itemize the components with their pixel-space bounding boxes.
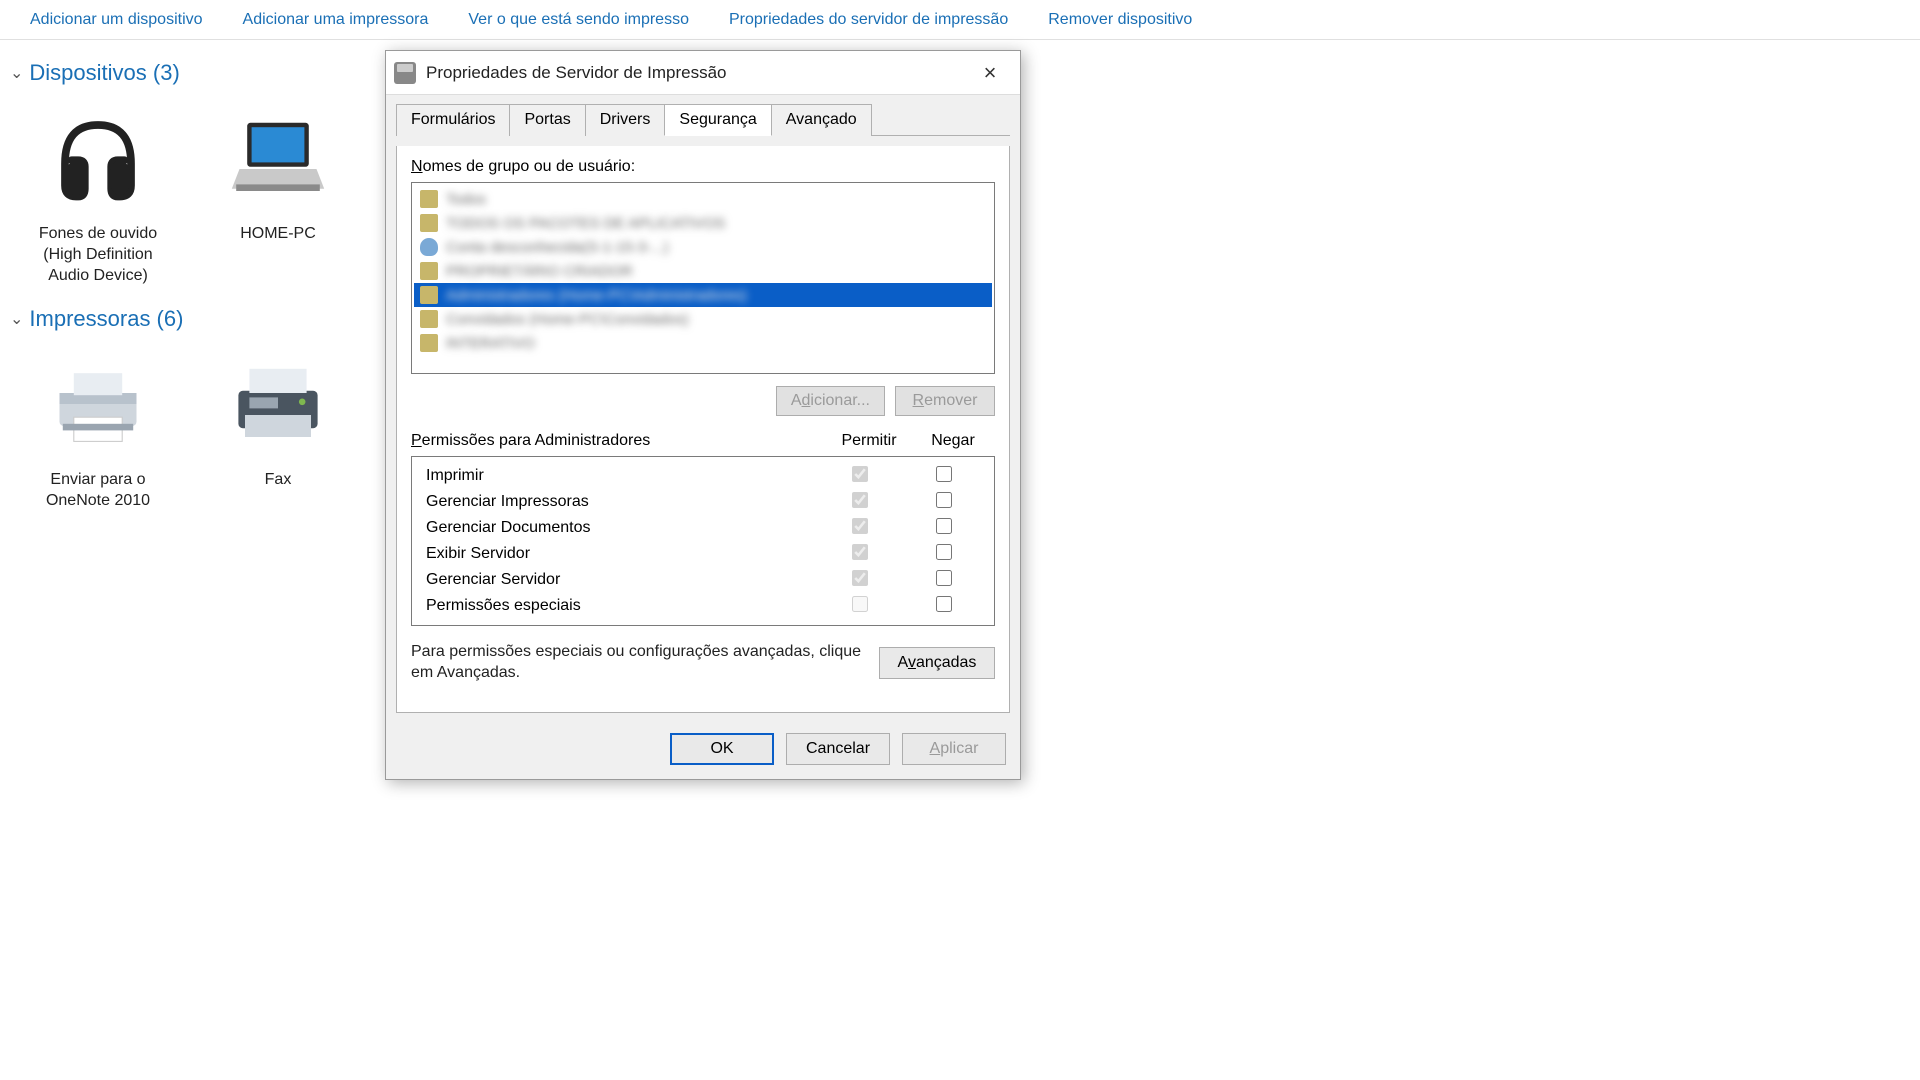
chevron-down-icon: ⌄ xyxy=(10,309,23,329)
permission-row: Gerenciar Impressoras xyxy=(420,489,986,515)
list-item[interactable]: TODOS OS PACOTES DE APLICATIVOS xyxy=(414,211,992,235)
tab-drivers[interactable]: Drivers xyxy=(585,104,666,136)
headphones-icon xyxy=(43,98,153,218)
permission-row: Imprimir xyxy=(420,463,986,489)
group-names-label: Nomes de grupo ou de usuário: xyxy=(411,158,995,176)
tab-forms[interactable]: Formulários xyxy=(396,104,510,136)
tab-advanced[interactable]: Avançado xyxy=(771,104,872,136)
device-label: Fones de ouvido (High Definition Audio D… xyxy=(28,224,168,286)
allow-checkbox[interactable] xyxy=(852,544,868,560)
laptop-icon xyxy=(223,98,333,218)
list-item[interactable]: Todos xyxy=(414,187,992,211)
advanced-button[interactable]: Avançadas xyxy=(879,647,995,679)
permissions-table: Imprimir Gerenciar Impressoras Gerenciar D… xyxy=(411,456,995,626)
toolbar-see-printing[interactable]: Ver o que está sendo impresso xyxy=(448,3,709,37)
advanced-hint-text: Para permissões especiais ou configuraçõ… xyxy=(411,642,869,684)
allow-checkbox[interactable] xyxy=(852,518,868,534)
list-item-label: Conta desconhecida(S-1-15-3-...) xyxy=(446,239,669,256)
permissions-header: Permissões para Administradores Permitir… xyxy=(411,432,995,450)
deny-header: Negar xyxy=(911,432,995,450)
allow-checkbox[interactable] xyxy=(852,466,868,482)
list-item-label: PROPRIETÁRIO CRIADOR xyxy=(446,263,633,280)
dialog-body: Formulários Portas Drivers Segurança Ava… xyxy=(386,95,1020,723)
printer-small-icon xyxy=(394,62,416,84)
ok-button[interactable]: OK xyxy=(670,733,774,765)
list-item[interactable]: PROPRIETÁRIO CRIADOR xyxy=(414,259,992,283)
list-item[interactable]: Administradores (Home-PC\Administradores… xyxy=(414,283,992,307)
permission-name: Imprimir xyxy=(420,467,818,485)
allow-checkbox[interactable] xyxy=(852,492,868,508)
deny-checkbox[interactable] xyxy=(936,466,952,482)
cancel-button[interactable]: Cancelar xyxy=(786,733,890,765)
permission-row: Permissões especiais xyxy=(420,593,986,619)
allow-header: Permitir xyxy=(827,432,911,450)
tab-strip: Formulários Portas Drivers Segurança Ava… xyxy=(396,103,1010,136)
permission-name: Gerenciar Documentos xyxy=(420,519,818,537)
tab-security[interactable]: Segurança xyxy=(664,104,771,136)
permission-name: Permissões especiais xyxy=(420,597,818,615)
devices-section-label: Dispositivos (3) xyxy=(29,60,179,86)
printers-section-label: Impressoras (6) xyxy=(29,306,183,332)
list-item-label: TODOS OS PACOTES DE APLICATIVOS xyxy=(446,215,725,232)
group-icon xyxy=(420,286,438,304)
deny-checkbox[interactable] xyxy=(936,544,952,560)
list-item[interactable]: Convidados (Home-PC\Convidados) xyxy=(414,307,992,331)
dialog-footer: OK Cancelar Aplicar xyxy=(386,723,1020,779)
group-button-row: Adicionar... Remover xyxy=(411,386,995,416)
print-server-properties-dialog: Propriedades de Servidor de Impressão × … xyxy=(385,50,1021,780)
advanced-row: Para permissões especiais ou configuraçõ… xyxy=(411,642,995,684)
dialog-titlebar[interactable]: Propriedades de Servidor de Impressão × xyxy=(386,51,1020,95)
permission-name: Gerenciar Impressoras xyxy=(420,493,818,511)
toolbar-remove-device[interactable]: Remover dispositivo xyxy=(1028,3,1212,37)
permission-row: Gerenciar Servidor xyxy=(420,567,986,593)
close-button[interactable]: × xyxy=(968,51,1012,95)
deny-checkbox[interactable] xyxy=(936,596,952,612)
deny-checkbox[interactable] xyxy=(936,492,952,508)
permission-row: Exibir Servidor xyxy=(420,541,986,567)
deny-checkbox[interactable] xyxy=(936,518,952,534)
group-user-listbox[interactable]: Todos TODOS OS PACOTES DE APLICATIVOS Cont… xyxy=(411,182,995,374)
remove-button[interactable]: Remover xyxy=(895,386,995,416)
toolbar: Adicionar um dispositivo Adicionar uma i… xyxy=(0,0,1920,40)
permission-row: Gerenciar Documentos xyxy=(420,515,986,541)
device-item-headphones[interactable]: Fones de ouvido (High Definition Audio D… xyxy=(28,98,168,286)
toolbar-add-device[interactable]: Adicionar um dispositivo xyxy=(10,3,223,37)
apply-button[interactable]: Aplicar xyxy=(902,733,1006,765)
printer-label: Enviar para o OneNote 2010 xyxy=(28,470,168,512)
security-tab-panel: Nomes de grupo ou de usuário: Todos TODOS… xyxy=(396,146,1010,713)
device-label: HOME-PC xyxy=(208,224,348,245)
device-item-homepc[interactable]: HOME-PC xyxy=(208,98,348,286)
list-item-label: INTERATIVO xyxy=(446,335,535,352)
add-button[interactable]: Adicionar... xyxy=(776,386,885,416)
list-item-label: Administradores (Home-PC\Administradores… xyxy=(446,287,747,304)
toolbar-add-printer[interactable]: Adicionar uma impressora xyxy=(223,3,449,37)
allow-checkbox[interactable] xyxy=(852,596,868,612)
toolbar-server-properties[interactable]: Propriedades do servidor de impressão xyxy=(709,3,1028,37)
group-icon xyxy=(420,190,438,208)
list-item[interactable]: INTERATIVO xyxy=(414,331,992,355)
printer-icon xyxy=(43,344,153,464)
user-icon xyxy=(420,238,438,256)
list-item[interactable]: Conta desconhecida(S-1-15-3-...) xyxy=(414,235,992,259)
printer-item-onenote[interactable]: Enviar para o OneNote 2010 xyxy=(28,344,168,512)
group-icon xyxy=(420,262,438,280)
permission-name: Exibir Servidor xyxy=(420,545,818,563)
tab-ports[interactable]: Portas xyxy=(509,104,585,136)
chevron-down-icon: ⌄ xyxy=(10,63,23,83)
printer-label: Fax xyxy=(208,470,348,491)
fax-icon xyxy=(223,344,333,464)
permission-name: Gerenciar Servidor xyxy=(420,571,818,589)
list-item-label: Todos xyxy=(446,191,486,208)
printer-item-fax[interactable]: Fax xyxy=(208,344,348,512)
group-icon xyxy=(420,310,438,328)
deny-checkbox[interactable] xyxy=(936,570,952,586)
allow-checkbox[interactable] xyxy=(852,570,868,586)
group-icon xyxy=(420,334,438,352)
list-item-label: Convidados (Home-PC\Convidados) xyxy=(446,311,689,328)
group-icon xyxy=(420,214,438,232)
dialog-title: Propriedades de Servidor de Impressão xyxy=(426,63,968,83)
